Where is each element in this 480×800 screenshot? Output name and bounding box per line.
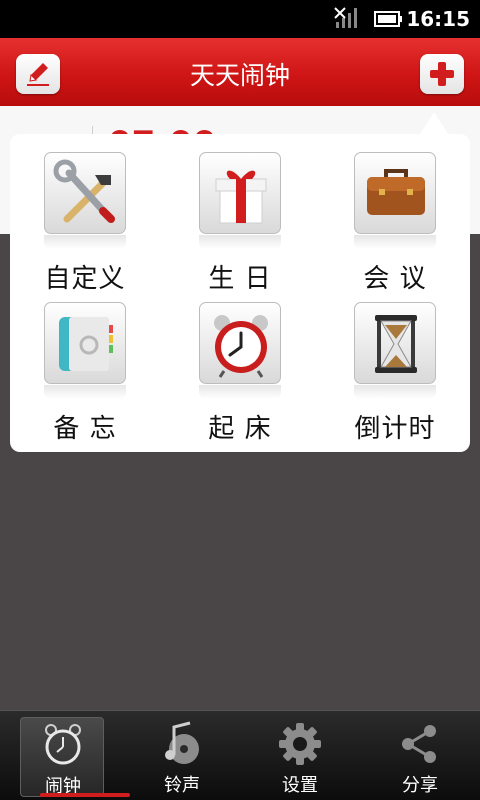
tab-label: 铃声 <box>164 775 200 796</box>
alarm-type-birthday[interactable]: 生 日 <box>165 134 315 294</box>
alarm-type-countdown[interactable]: 倒计时 <box>320 284 470 444</box>
alarm-clock-icon <box>199 302 281 384</box>
icon-reflection <box>199 235 281 249</box>
status-bar: 16:15 <box>0 0 480 38</box>
tools-icon <box>44 152 126 234</box>
battery-icon <box>374 11 404 31</box>
icon-reflection <box>354 235 436 249</box>
tab-label: 分享 <box>402 775 438 796</box>
gift-icon <box>199 152 281 234</box>
tab-ringtone[interactable]: 铃声 <box>140 717 224 797</box>
active-tab-indicator <box>40 793 130 797</box>
icon-reflection <box>199 385 281 399</box>
alarm-type-custom[interactable]: 自定义 <box>10 134 160 294</box>
icon-reflection <box>44 385 126 399</box>
tab-settings[interactable]: 设置 <box>258 717 342 797</box>
alarm-type-label: 起 床 <box>208 414 272 444</box>
tab-share[interactable]: 分享 <box>378 717 462 797</box>
add-alarm-button[interactable] <box>420 54 464 94</box>
bottom-tab-bar: 闹钟 铃声 设置 分享 <box>0 710 480 800</box>
tab-alarm[interactable]: 闹钟 <box>20 717 104 797</box>
popup-arrow <box>420 112 448 134</box>
alarm-type-popup: 自定义 生 日 会 议 备 忘 起 床 倒计时 <box>10 134 470 452</box>
icon-reflection <box>354 385 436 399</box>
alarm-type-label: 倒计时 <box>354 414 436 444</box>
page-title: 天天闹钟 <box>189 61 290 90</box>
icon-reflection <box>44 235 126 249</box>
tab-label: 设置 <box>282 775 318 796</box>
signal-icon <box>334 6 362 34</box>
briefcase-icon <box>354 152 436 234</box>
app-header: 天天闹钟 <box>0 38 480 106</box>
hourglass-icon <box>354 302 436 384</box>
address-book-icon <box>44 302 126 384</box>
alarm-type-wakeup[interactable]: 起 床 <box>165 284 315 444</box>
alarm-type-memo[interactable]: 备 忘 <box>10 284 160 444</box>
alarm-type-label: 备 忘 <box>53 414 117 444</box>
alarm-type-meeting[interactable]: 会 议 <box>320 134 470 294</box>
status-time: 16:15 <box>406 7 470 31</box>
